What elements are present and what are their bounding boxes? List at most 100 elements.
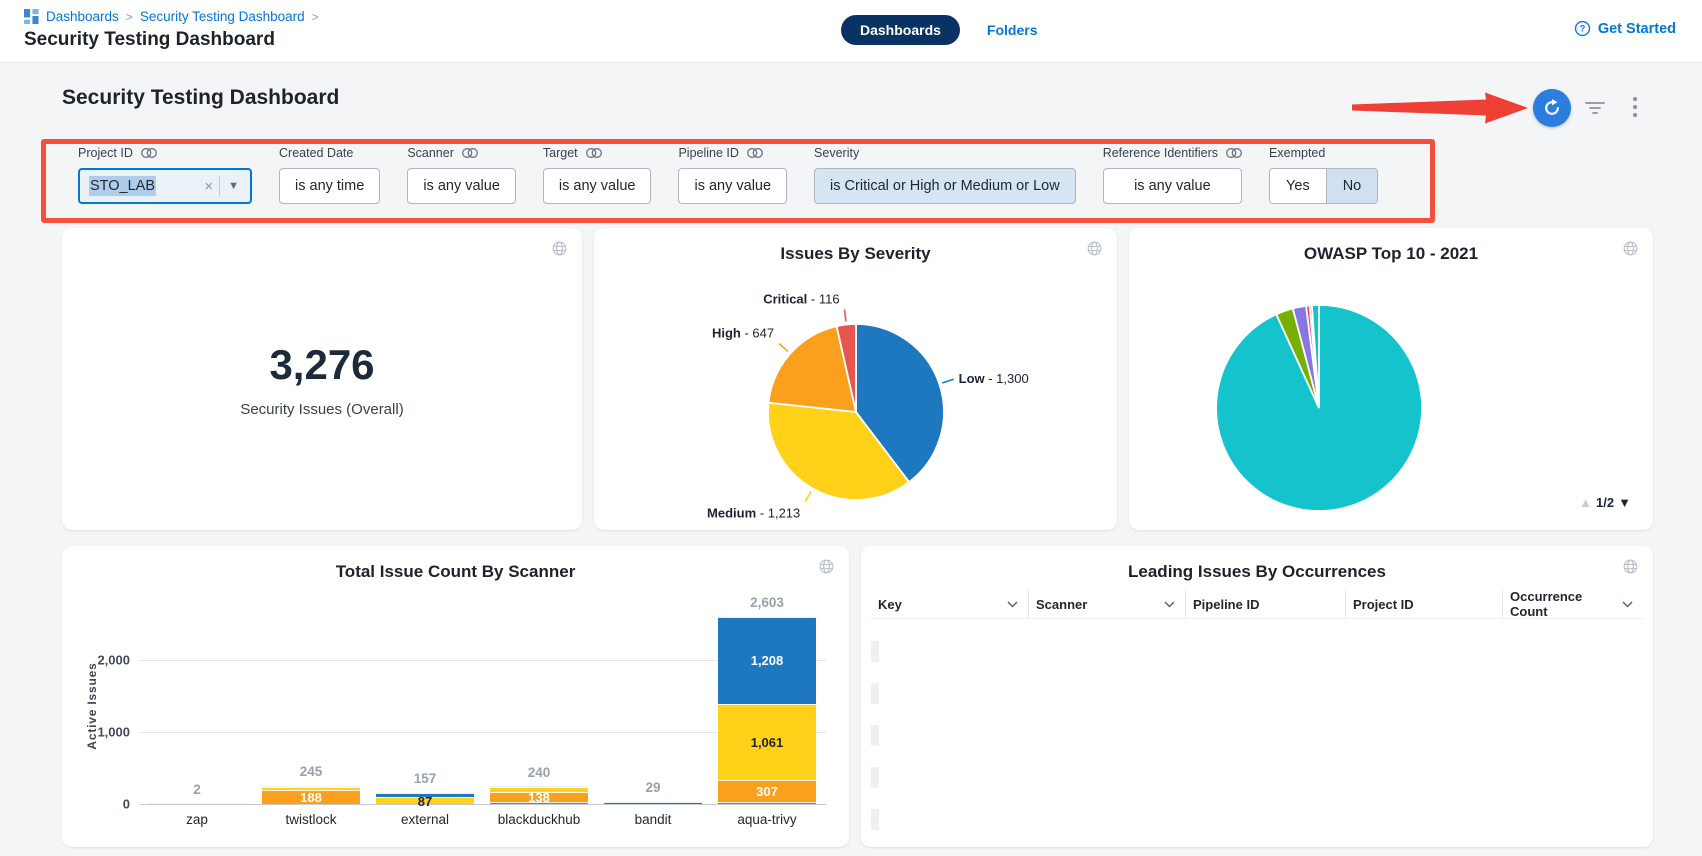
- filter-toggle-exempted: YesNo: [1269, 168, 1378, 204]
- svg-text:?: ?: [1579, 24, 1585, 34]
- table-row: [871, 746, 1643, 767]
- y-tick-label: 0: [123, 797, 130, 812]
- bar-segment-external-low: [376, 793, 474, 798]
- column-label: Occurrence Count: [1510, 589, 1622, 619]
- tab-dashboards[interactable]: Dashboards: [841, 15, 960, 45]
- security-issues-value: 3,276: [269, 341, 374, 389]
- refresh-button[interactable]: [1533, 89, 1571, 127]
- bar-segment-twistlock-high: 188: [262, 790, 360, 804]
- filter-value-created-date[interactable]: is any time: [279, 168, 380, 204]
- tiles-row-2: Total Issue Count By Scanner Active Issu…: [62, 546, 1653, 847]
- tiles-row-1: 3,276 Security Issues (Overall) Issues B…: [62, 228, 1653, 530]
- help-circle-icon: ?: [1574, 20, 1591, 37]
- breadcrumb-link-security-testing-dashboard[interactable]: Security Testing Dashboard: [140, 9, 305, 24]
- page-indicator: 1/2: [1596, 495, 1614, 510]
- filter-label: Target: [543, 146, 578, 160]
- single-value-wrap: 3,276 Security Issues (Overall): [62, 228, 582, 530]
- tile-total-issue-count-by-scanner: Total Issue Count By Scanner Active Issu…: [62, 546, 849, 847]
- dashboard-actions-menu[interactable]: [1632, 96, 1638, 118]
- bar-segment-zap-low: [148, 803, 246, 804]
- filter-group-reference-identifiers: Reference Identifiersis any value: [1103, 146, 1242, 204]
- link-icon: [462, 148, 478, 158]
- page-title: Security Testing Dashboard: [24, 29, 275, 51]
- column-label: Pipeline ID: [1193, 597, 1259, 612]
- bar-total-label: 2: [148, 782, 246, 797]
- filter-group-severity: Severity is Critical or High or Medium or…: [814, 146, 1076, 204]
- page-up-arrow[interactable]: ▲: [1579, 495, 1592, 510]
- breadcrumb-separator: >: [126, 10, 133, 24]
- page-down-arrow[interactable]: ▼: [1618, 495, 1631, 510]
- dashboard-filters-button[interactable]: [1584, 100, 1606, 116]
- table-column-header-project-id[interactable]: Project ID: [1345, 590, 1502, 618]
- table-row: [871, 662, 1643, 683]
- bar-segment-aqua-trivy-high: 307: [718, 780, 816, 802]
- table-column-header-key[interactable]: Key: [871, 590, 1028, 618]
- y-tick-label: 1,000: [97, 725, 130, 740]
- table-row: [871, 788, 1643, 809]
- filter-label: Pipeline ID: [678, 146, 738, 160]
- breadcrumb-link-dashboards[interactable]: Dashboards: [46, 9, 119, 24]
- toggle-option-no[interactable]: No: [1326, 169, 1378, 203]
- bar-segment-twistlock-medium: [262, 787, 360, 790]
- pie-label-critical: Critical - 116: [763, 292, 839, 307]
- security-issues-label: Security Issues (Overall): [240, 401, 403, 418]
- pie-label-medium: Medium - 1,213: [707, 506, 800, 521]
- table-row: [871, 683, 1643, 704]
- filter-input-value: STO_LAB: [89, 176, 156, 196]
- dashboard-heading: Security Testing Dashboard: [62, 86, 339, 110]
- owasp-top-10-pie: [1129, 228, 1653, 530]
- gridline: [140, 804, 826, 805]
- filter-group-project-id: Project ID STO_LAB × ▼: [78, 146, 252, 204]
- filter-label: Severity: [814, 146, 859, 160]
- input-divider: [219, 176, 220, 196]
- get-started-label: Get Started: [1598, 21, 1676, 37]
- bar-total-label: 240: [490, 765, 588, 780]
- bar-segment-external-medium: 87: [376, 797, 474, 803]
- table-row: [871, 767, 1643, 788]
- filter-input-project-id[interactable]: STO_LAB × ▼: [78, 168, 252, 204]
- link-icon: [141, 148, 157, 158]
- bar-segment-blackduckhub-low: [490, 786, 588, 787]
- x-category-label: zap: [137, 812, 257, 827]
- table-row: [871, 641, 1643, 662]
- page: Dashboards > Security Testing Dashboard > S…: [0, 0, 1702, 856]
- kebab-menu-icon: [1632, 96, 1638, 118]
- filter-icon: [1584, 100, 1606, 116]
- table-row: [871, 620, 1643, 641]
- filter-value-scanner[interactable]: is any value: [407, 168, 516, 204]
- column-label: Project ID: [1353, 597, 1414, 612]
- bar-segment-aqua-trivy-low: 1,208: [718, 617, 816, 704]
- filter-label: Project ID: [78, 146, 133, 160]
- x-category-label: twistlock: [251, 812, 371, 827]
- x-icon[interactable]: ×: [204, 178, 213, 195]
- filter-label: Created Date: [279, 146, 353, 160]
- x-category-label: aqua-trivy: [707, 812, 827, 827]
- filter-bar: Project ID STO_LAB × ▼ Created Date is any ti…: [78, 146, 1378, 204]
- tab-folders[interactable]: Folders: [987, 22, 1038, 38]
- filter-label: Scanner: [407, 146, 454, 160]
- pie-label-high: High - 647: [712, 325, 774, 340]
- annotation-arrow: [1350, 91, 1533, 125]
- table-column-header-scanner[interactable]: Scanner: [1028, 590, 1185, 618]
- stacked-bar-plot: 01,0002,0002zap188245twistlock87157exter…: [140, 599, 824, 804]
- chart-title: Leading Issues By Occurrences: [861, 562, 1653, 582]
- link-icon: [586, 148, 602, 158]
- breadcrumb-separator: >: [312, 10, 319, 24]
- x-category-label: external: [365, 812, 485, 827]
- link-icon: [747, 148, 763, 158]
- table-body: [871, 620, 1643, 830]
- caret-down-icon[interactable]: ▼: [226, 180, 241, 192]
- toggle-option-yes[interactable]: Yes: [1270, 169, 1326, 203]
- table-column-header-occurrence-count[interactable]: Occurrence Count: [1502, 590, 1643, 618]
- filter-value-severity[interactable]: is Critical or High or Medium or Low: [814, 168, 1076, 204]
- filter-value-target[interactable]: is any value: [543, 168, 652, 204]
- breadcrumb: Dashboards > Security Testing Dashboard >: [24, 9, 319, 24]
- chevron-down-icon: [1007, 601, 1018, 608]
- filter-value-pipeline-id[interactable]: is any value: [678, 168, 787, 204]
- get-started-link[interactable]: ? Get Started: [1574, 20, 1676, 37]
- filter-value-reference-identifiers[interactable]: is any value: [1103, 168, 1242, 204]
- issues-by-severity-pie: Low - 1,300Medium - 1,213High - 647Criti…: [594, 228, 1117, 530]
- table-header-row: KeyScanner Pipeline ID Project ID Occurrenc…: [871, 590, 1643, 619]
- tile-security-issues-overall: 3,276 Security Issues (Overall): [62, 228, 582, 530]
- table-column-header-pipeline-id[interactable]: Pipeline ID: [1185, 590, 1345, 618]
